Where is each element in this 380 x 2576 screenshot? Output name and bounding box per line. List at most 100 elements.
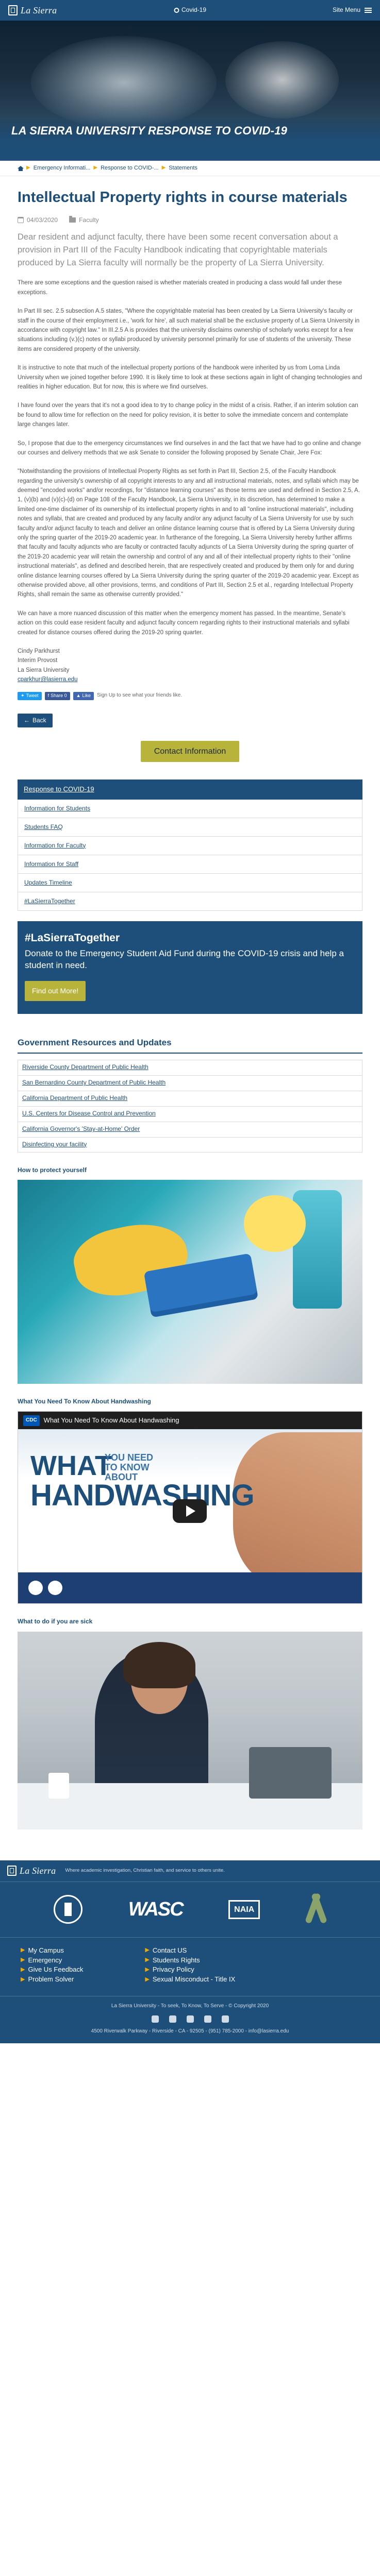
video-text-handwashing: HANDWASHING	[30, 1479, 255, 1513]
gov-resources-list: Riverside County Department of Public He…	[18, 1059, 362, 1153]
footer-address: 4500 Riverwalk Parkway - Riverside - CA …	[91, 2028, 289, 2034]
youtube-icon[interactable]	[204, 2015, 211, 2023]
footer-link[interactable]: ▶ Give Us Feedback	[21, 1965, 83, 1975]
chevron-right-icon: ▶	[21, 1976, 25, 1982]
hero-soap-image	[225, 41, 339, 118]
response-menu-item[interactable]: Information for Faculty	[18, 836, 362, 855]
response-menu-item[interactable]: Students FAQ	[18, 818, 362, 837]
handwashing-video[interactable]: CDC What You Need To Know About Handwash…	[18, 1411, 362, 1604]
article-paragraph: There are some exceptions and the questi…	[18, 280, 342, 296]
video-title-bar: CDC What You Need To Know About Handwash…	[18, 1412, 362, 1430]
page-title: Intellectual Property rights in course m…	[18, 189, 348, 206]
chevron-right-icon: ▶	[21, 1966, 25, 1973]
play-icon[interactable]	[173, 1499, 207, 1523]
top-bar: La Sierra Covid-19 Site Menu	[0, 0, 380, 21]
footer-link[interactable]: ▶ Emergency	[21, 1956, 83, 1965]
chevron-right-icon: ▶	[145, 1976, 150, 1982]
gov-resource-link[interactable]: Riverside County Department of Public He…	[18, 1059, 362, 1075]
article-paragraph: We can have a more nuanced discussion of…	[18, 610, 350, 636]
response-menu-item[interactable]: Information for Students	[18, 799, 362, 818]
chevron-right-icon: ▶	[21, 1957, 25, 1963]
signature-role: Interim Provost	[18, 657, 58, 664]
cleaning-photo	[18, 1179, 362, 1384]
home-icon[interactable]	[18, 165, 24, 171]
hero-banner: LA SIERRA UNIVERSITY RESPONSE TO COVID-1…	[0, 21, 380, 161]
shield-logo-icon	[7, 1866, 16, 1876]
lasierra-together-box: #LaSierraTogether Donate to the Emergenc…	[18, 921, 362, 1014]
response-menu: Response to COVID-19 Information for Stu…	[18, 779, 362, 911]
article-paragraph: So, I propose that due to the emergency …	[18, 440, 361, 456]
cdc-seal-icon	[48, 1581, 62, 1596]
back-button[interactable]: ← Back	[18, 713, 53, 727]
footer-link[interactable]: ▶ Privacy Policy	[145, 1965, 235, 1975]
video-title: What You Need To Know About Handwashing	[43, 1416, 179, 1424]
adventist-seal-icon	[54, 1895, 83, 1924]
video-text-need: YOU NEED TO KNOW ABOUT	[105, 1452, 154, 1483]
gov-resource-link[interactable]: Disinfecting your facility	[18, 1137, 362, 1153]
hhs-seal-icon	[28, 1581, 43, 1596]
twitter-icon[interactable]	[169, 2015, 176, 2023]
hamburger-icon	[365, 7, 372, 13]
share-bar: ✦ Tweet f Share 0 ▲ Like Sign Up to see …	[18, 691, 362, 700]
twitter-icon: ✦	[21, 692, 25, 698]
university-logo[interactable]: La Sierra	[8, 4, 57, 17]
gov-resource-link[interactable]: U.S. Centers for Disease Control and Pre…	[18, 1106, 362, 1122]
signature-org: La Sierra University	[18, 667, 70, 673]
chevron-right-icon: ▶	[26, 165, 30, 171]
response-menu-header[interactable]: Response to COVID-19	[18, 779, 362, 800]
chevron-right-icon: ▶	[145, 1947, 150, 1954]
breadcrumb-item[interactable]: Response to COVID-...	[101, 164, 159, 173]
linkedin-icon[interactable]	[221, 2015, 229, 2023]
response-menu-item[interactable]: Information for Staff	[18, 855, 362, 874]
article-meta: 04/03/2020 Faculty	[18, 216, 362, 225]
social-links	[0, 2015, 380, 2023]
ribbon-icon	[306, 1893, 326, 1926]
arrow-left-icon: ←	[24, 716, 30, 724]
covid-label: Covid-19	[181, 6, 207, 14]
response-menu-item[interactable]: #LaSierraTogether	[18, 892, 362, 911]
footer-link[interactable]: ▶ Contact US	[145, 1946, 235, 1956]
chevron-right-icon: ▶	[161, 165, 166, 171]
contact-information-button[interactable]: Contact Information	[140, 740, 240, 762]
site-menu-button[interactable]: Site Menu	[333, 6, 372, 14]
shield-logo-icon	[8, 5, 18, 15]
facebook-icon: f	[47, 692, 49, 698]
gov-resource-link[interactable]: San Bernardino County Department of Publ…	[18, 1075, 362, 1091]
partner-logos: WASC NAIA	[0, 1882, 380, 1938]
footer-link[interactable]: ▶ My Campus	[21, 1946, 83, 1956]
tweet-button[interactable]: ✦ Tweet	[18, 691, 42, 700]
find-out-more-button[interactable]: Find out More!	[25, 981, 86, 1001]
chevron-right-icon: ▶	[93, 165, 98, 171]
article-category[interactable]: Faculty	[79, 216, 99, 225]
footer-tagline: Where academic investigation, Christian …	[65, 1868, 225, 1874]
footer-link[interactable]: ▶ Problem Solver	[21, 1975, 83, 1985]
facebook-like-button[interactable]: ▲ Like	[73, 691, 94, 700]
footer-link[interactable]: ▶ Students Rights	[145, 1956, 235, 1965]
thumbs-up-icon: ▲	[76, 692, 81, 698]
footer-link[interactable]: ▶ Sexual Misconduct - Title IX	[145, 1975, 235, 1985]
footer-logo[interactable]: La Sierra	[7, 1864, 56, 1877]
gov-resource-link[interactable]: California Governor's 'Stay-at-Home' Ord…	[18, 1121, 362, 1137]
instagram-icon[interactable]	[186, 2015, 194, 2023]
gov-resources-title: Government Resources and Updates	[18, 1037, 362, 1054]
facebook-share-button[interactable]: f Share 0	[44, 691, 70, 700]
covid-link[interactable]: Covid-19	[173, 6, 207, 14]
together-text: Donate to the Emergency Student Aid Fund…	[25, 948, 344, 971]
site-footer: La Sierra Where academic investigation, …	[0, 1860, 380, 2044]
wasc-logo: WASC	[128, 1898, 184, 1920]
logo-text: La Sierra	[21, 5, 57, 15]
article-paragraph: In Part III sec. 2.5 subsection A.5 stat…	[18, 308, 360, 352]
breadcrumb-item[interactable]: Statements	[169, 164, 197, 173]
response-menu-item[interactable]: Updates Timeline	[18, 873, 362, 892]
if-sick-title: What to do if you are sick	[18, 1618, 93, 1625]
protect-yourself-title: How to protect yourself	[18, 1166, 87, 1174]
signature-email-link[interactable]: cparkhur@lasierra.edu	[18, 676, 78, 683]
breadcrumb-item[interactable]: Emergency Informati...	[34, 164, 91, 173]
article-quote-paragraph: "Notwithstanding the provisions of Intel…	[18, 468, 360, 598]
gov-resource-link[interactable]: California Department of Public Health	[18, 1090, 362, 1106]
footer-links: ▶ My Campus ▶ Emergency ▶ Give Us Feedback …	[0, 1938, 380, 1997]
article-paragraph: It is instructive to note that much of t…	[18, 365, 362, 390]
cdc-logo: CDC	[23, 1415, 40, 1426]
facebook-icon[interactable]	[151, 2015, 159, 2023]
article-paragraph: I have found over the years that it's no…	[18, 402, 358, 428]
